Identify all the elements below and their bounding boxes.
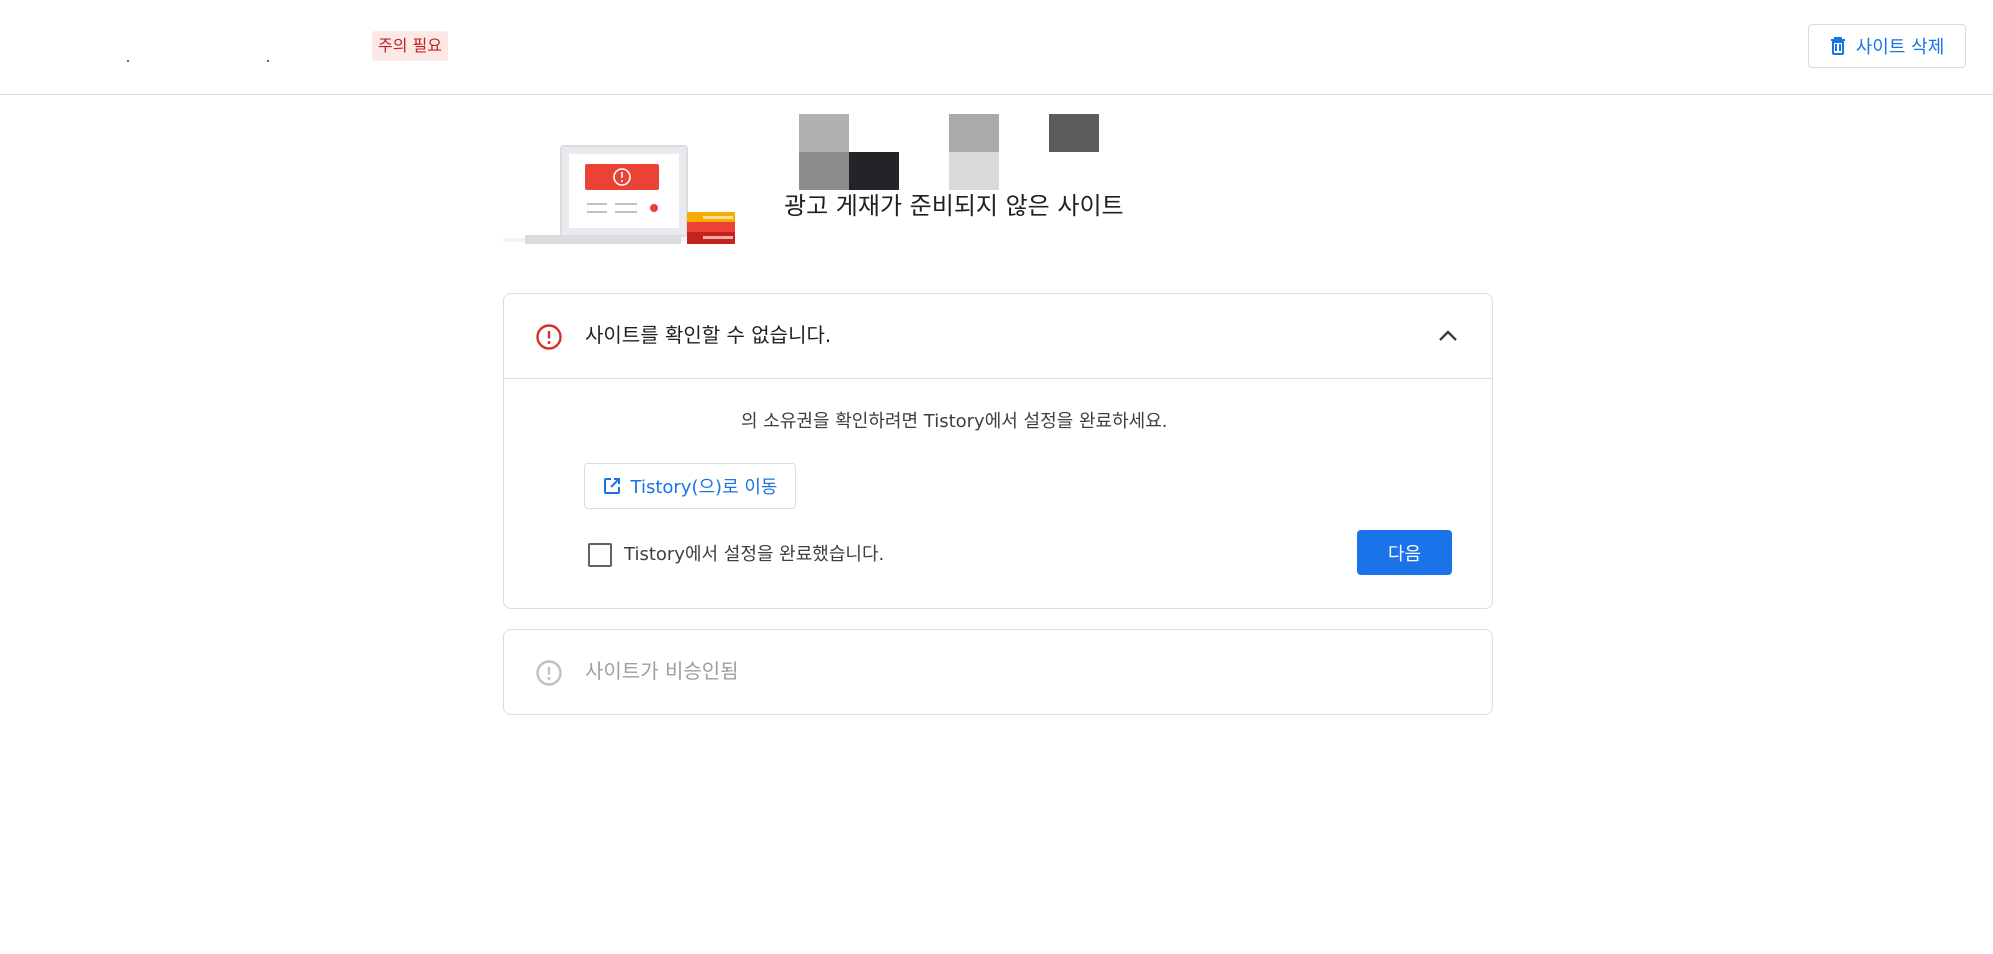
site-name-redacted — [40, 30, 340, 64]
verify-card-header[interactable]: 사이트를 확인할 수 없습니다. — [504, 294, 1492, 379]
approval-card-title: 사이트가 비승인됨 — [585, 659, 739, 683]
error-circle-icon — [536, 324, 562, 350]
next-button[interactable]: 다음 — [1357, 530, 1452, 575]
laptop-warning-illustration — [503, 145, 735, 244]
page-title: 광고 게재가 준비되지 않은 사이트 — [784, 192, 1124, 220]
redaction-block — [849, 152, 899, 190]
status-badge: 주의 필요 — [372, 31, 448, 61]
chevron-up-icon[interactable] — [1434, 322, 1462, 350]
redaction-block — [1049, 114, 1099, 152]
redaction-block — [799, 114, 849, 152]
site-approval-card: 사이트가 비승인됨 — [503, 629, 1493, 715]
redacted-blocks — [799, 114, 1119, 190]
verify-instruction-text: 의 소유권을 확인하려면 Tistory에서 설정을 완료하세요. — [741, 411, 1168, 432]
goto-tistory-button[interactable]: Tistory(으)로 이동 — [584, 463, 796, 509]
redaction-dot — [267, 60, 269, 62]
delete-site-label: 사이트 삭제 — [1855, 37, 1945, 58]
top-bar: 주의 필요 사이트 삭제 — [0, 0, 1993, 95]
delete-site-button[interactable]: 사이트 삭제 — [1808, 24, 1966, 68]
redaction-block — [799, 152, 849, 190]
goto-tistory-label: Tistory(으)로 이동 — [630, 477, 778, 498]
verify-card-title: 사이트를 확인할 수 없습니다. — [585, 323, 832, 347]
verify-instruction: 의 소유권을 확인하려면 Tistory에서 설정을 완료하세요. — [741, 407, 1441, 433]
approval-card-header[interactable]: 사이트가 비승인됨 — [504, 630, 1492, 714]
redaction-block — [949, 114, 999, 152]
setup-complete-checkbox[interactable] — [588, 543, 612, 567]
redaction-block — [949, 152, 999, 190]
error-circle-icon — [536, 660, 562, 686]
setup-complete-label[interactable]: Tistory에서 설정을 완료했습니다. — [624, 541, 884, 569]
trash-icon — [1830, 37, 1845, 55]
open-in-new-icon — [603, 478, 620, 494]
verify-site-card: 사이트를 확인할 수 없습니다. 의 소유권을 확인하려면 Tistory에서 … — [503, 293, 1493, 609]
redaction-dot — [127, 60, 129, 62]
hero-section: 광고 게재가 준비되지 않은 사이트 — [503, 112, 1493, 244]
